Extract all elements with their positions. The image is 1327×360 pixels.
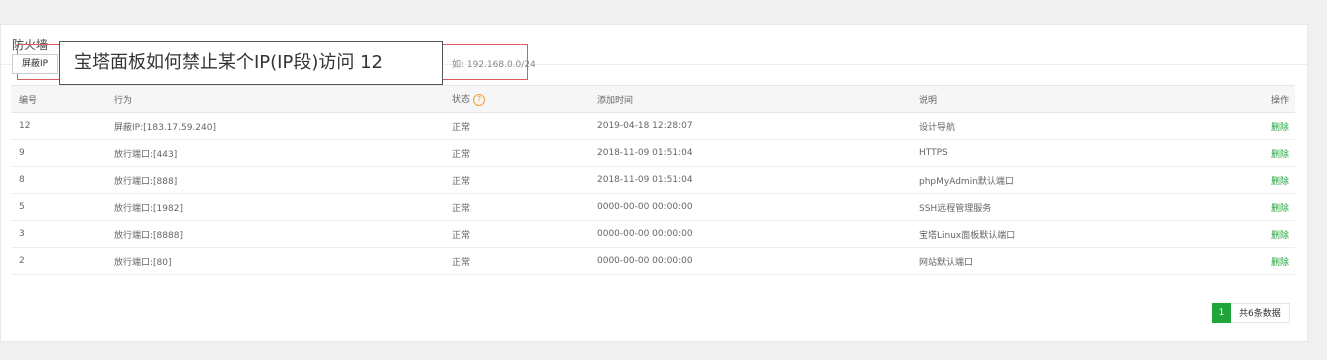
cell-note: 宝塔Linux面板默认端口 [919, 220, 1229, 248]
cell-action: 放行端口:[80] [114, 247, 452, 275]
cell-action: 放行端口:[8888] [114, 220, 452, 248]
delete-link[interactable]: 删除 [1229, 247, 1295, 275]
delete-link[interactable]: 删除 [1229, 220, 1295, 248]
header-time: 添加时间 [597, 85, 919, 113]
cell-time: 0000-00-00 00:00:00 [597, 247, 919, 275]
header-id: 编号 [11, 85, 114, 113]
block-ip-button[interactable]: 屏蔽IP [12, 54, 58, 74]
cell-time: 2018-11-09 01:51:04 [597, 139, 919, 167]
cell-action: 屏蔽IP:[183.17.59.240] [114, 112, 452, 140]
cell-status: 正常 [452, 193, 597, 221]
cell-action: 放行端口:[888] [114, 166, 452, 194]
cell-time: 0000-00-00 00:00:00 [597, 193, 919, 221]
cell-id: 9 [11, 139, 114, 167]
table-row: 12 屏蔽IP:[183.17.59.240] 正常 2019-04-18 12:28… [11, 112, 1295, 140]
table-row: 3 放行端口:[8888] 正常 0000-00-00 00:00:00 宝塔Linux… [11, 220, 1295, 248]
header-action: 行为 [114, 85, 452, 113]
ip-input-placeholder[interactable]: 如: 192.168.0.0/24 [452, 57, 536, 70]
table-header-row: 编号 行为 状态? 添加时间 说明 操作 [11, 85, 1295, 113]
page-current[interactable]: 1 [1212, 303, 1231, 323]
cell-time: 2019-04-18 12:28:07 [597, 112, 919, 140]
cell-status: 正常 [452, 220, 597, 248]
delete-link[interactable]: 删除 [1229, 193, 1295, 221]
cell-status: 正常 [452, 139, 597, 167]
delete-link[interactable]: 删除 [1229, 139, 1295, 167]
cell-time: 0000-00-00 00:00:00 [597, 220, 919, 248]
header-note: 说明 [919, 85, 1229, 113]
header-ops: 操作 [1229, 85, 1295, 113]
cell-note: 设计导航 [919, 112, 1229, 140]
firewall-rules-table: 编号 行为 状态? 添加时间 说明 操作 12 屏蔽IP:[183.17.59.2… [11, 85, 1295, 275]
cell-id: 8 [11, 166, 114, 194]
table-row: 9 放行端口:[443] 正常 2018-11-09 01:51:04 HTTPS 删除 [11, 139, 1295, 167]
question-circle-icon[interactable]: ? [473, 93, 486, 106]
delete-link[interactable]: 删除 [1229, 112, 1295, 140]
table-row: 2 放行端口:[80] 正常 0000-00-00 00:00:00 网站默认端口 删除 [11, 247, 1295, 275]
cell-note: 网站默认端口 [919, 247, 1229, 275]
cell-status: 正常 [452, 112, 597, 140]
cell-id: 3 [11, 220, 114, 248]
table-row: 5 放行端口:[1982] 正常 0000-00-00 00:00:00 SSH远程管理… [11, 193, 1295, 221]
cell-id: 5 [11, 193, 114, 221]
cell-note: SSH远程管理服务 [919, 193, 1229, 221]
cell-id: 12 [11, 112, 114, 140]
header-status: 状态? [452, 85, 597, 113]
page-total-count: 共6条数据 [1231, 303, 1290, 323]
table-row: 8 放行端口:[888] 正常 2018-11-09 01:51:04 phpMyAdm… [11, 166, 1295, 194]
cell-note: HTTPS [919, 139, 1229, 167]
cell-time: 2018-11-09 01:51:04 [597, 166, 919, 194]
cell-note: phpMyAdmin默认端口 [919, 166, 1229, 194]
cell-status: 正常 [452, 166, 597, 194]
cell-id: 2 [11, 247, 114, 275]
delete-link[interactable]: 删除 [1229, 166, 1295, 194]
cell-status: 正常 [452, 247, 597, 275]
caption-tooltip: 宝塔面板如何禁止某个IP(IP段)访问 12 [59, 41, 443, 85]
cell-action: 放行端口:[1982] [114, 193, 452, 221]
pagination: 1 共6条数据 [1212, 303, 1290, 323]
cell-action: 放行端口:[443] [114, 139, 452, 167]
header-status-label: 状态 [452, 95, 471, 106]
